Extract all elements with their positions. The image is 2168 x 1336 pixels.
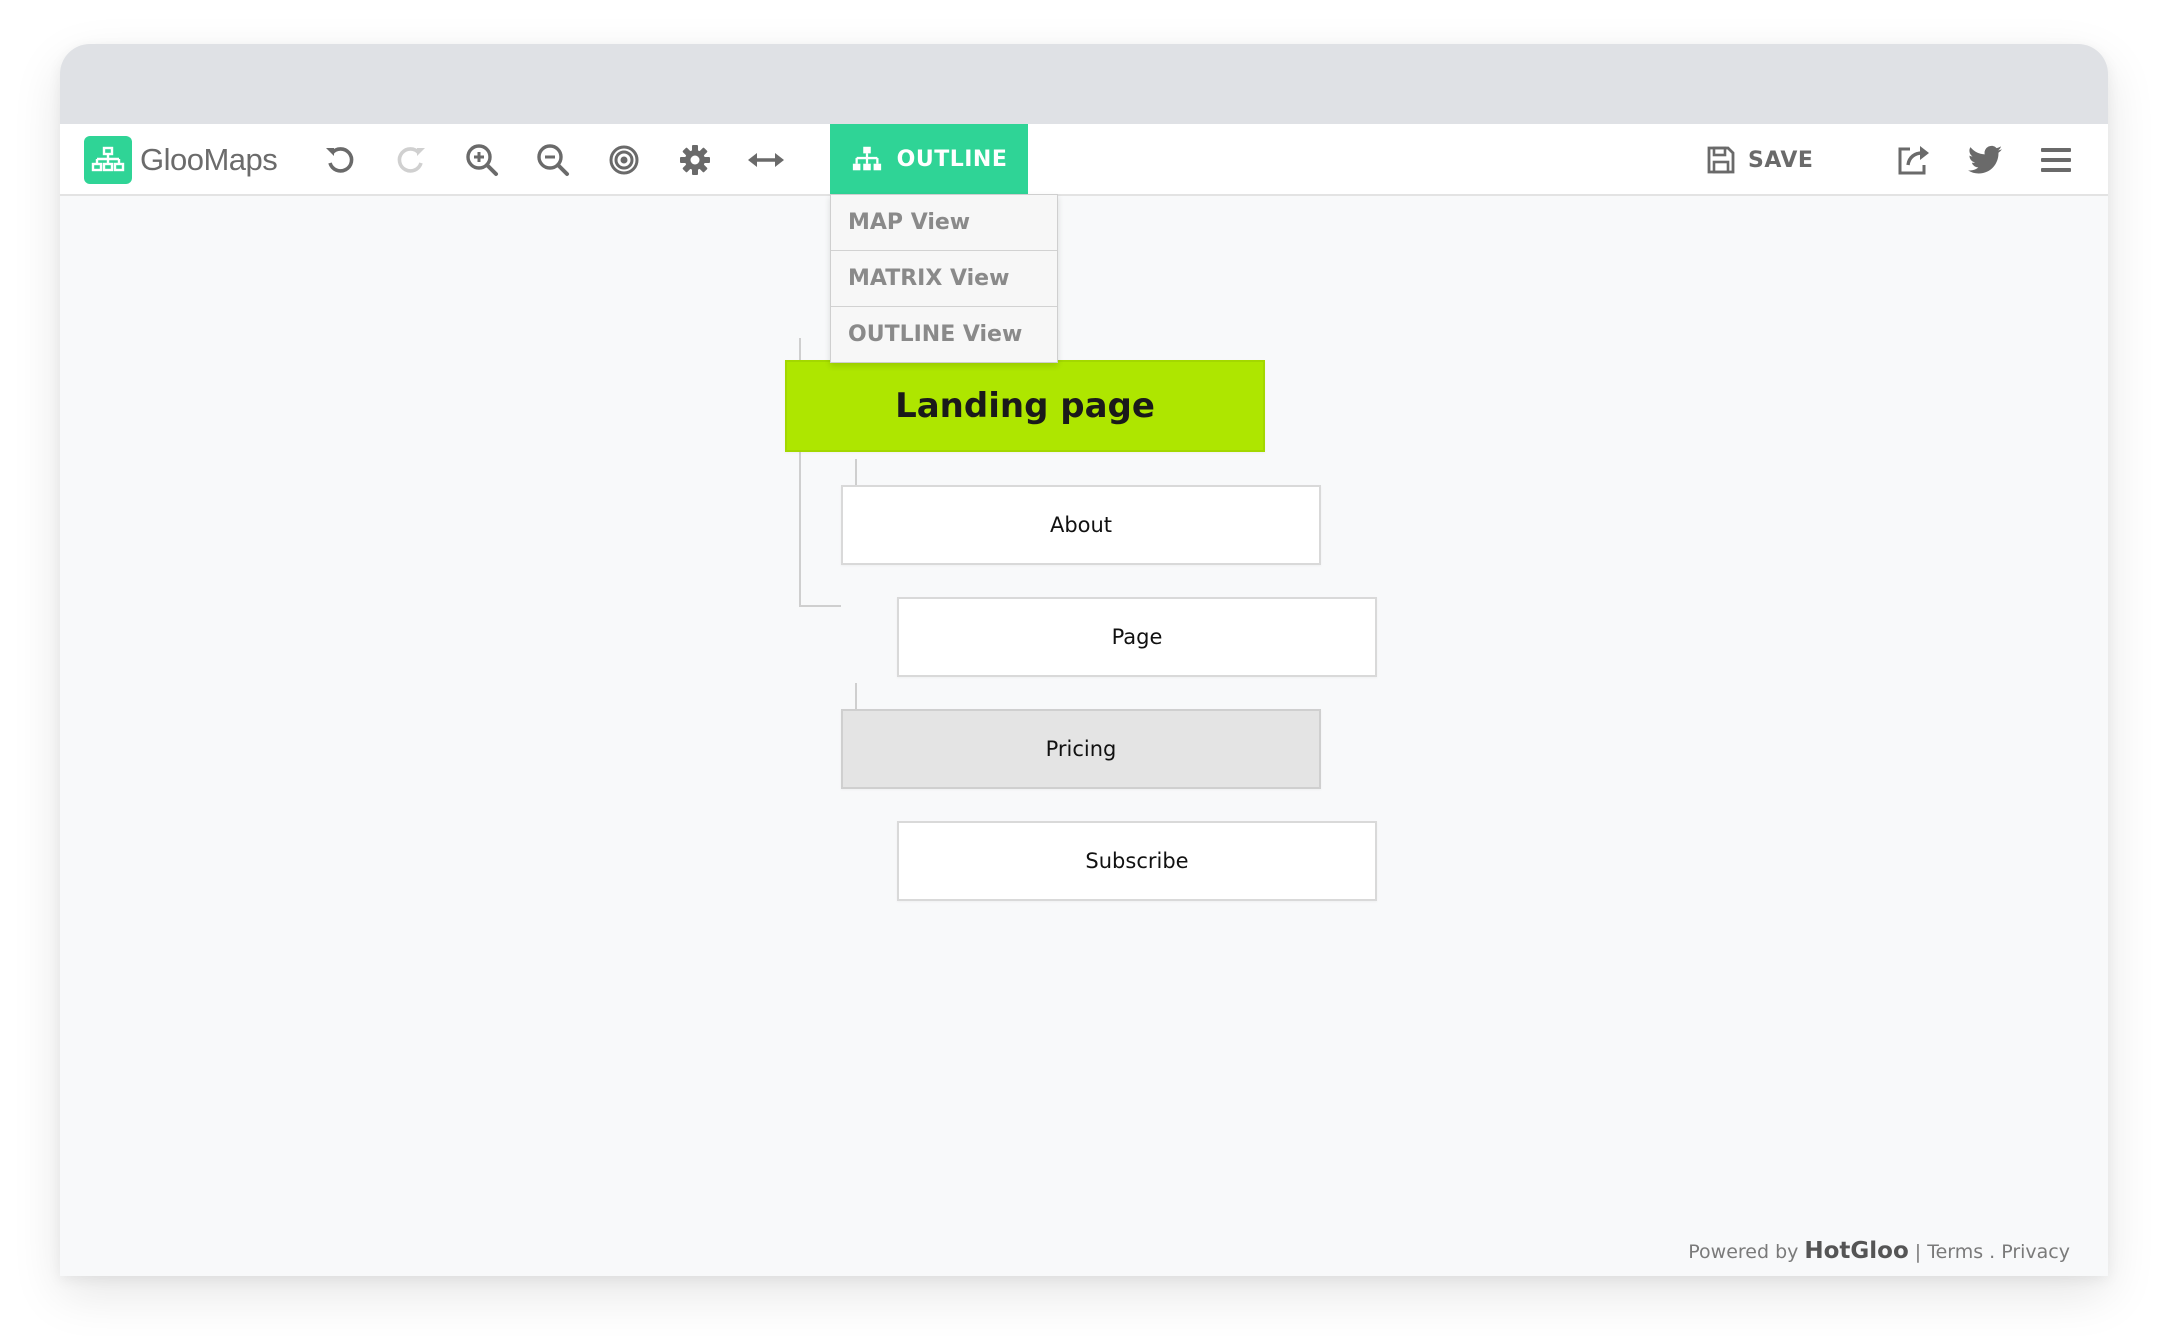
menu-item-outline-view[interactable]: OUTLINE View: [831, 307, 1057, 362]
menu-item-map-view[interactable]: MAP View: [831, 195, 1057, 251]
zoom-out-button[interactable]: [531, 138, 575, 182]
twitter-icon: [1968, 145, 2002, 174]
node-label: Subscribe: [1085, 849, 1189, 873]
save-button-label: SAVE: [1748, 147, 1814, 173]
sitemap-node-subscribe[interactable]: Subscribe: [897, 821, 1377, 901]
twitter-button[interactable]: [1963, 138, 2007, 182]
undo-button[interactable]: [318, 138, 362, 182]
node-label: Page: [1111, 625, 1163, 649]
root-node-label: Landing page: [895, 386, 1155, 426]
zoom-in-button[interactable]: [460, 138, 504, 182]
zoom-in-icon: [466, 144, 498, 176]
toolbar: GlooMaps OUTLINE SAVE: [60, 124, 2108, 196]
save-button[interactable]: SAVE: [1706, 138, 1813, 182]
node-label: Pricing: [1045, 737, 1117, 761]
gear-icon: [680, 145, 710, 175]
target-icon: [609, 145, 639, 175]
fit-width-button[interactable]: [744, 138, 788, 182]
redo-button[interactable]: [389, 138, 433, 182]
powered-by-text: Powered by: [1688, 1241, 1799, 1263]
sitemap-icon: [852, 146, 881, 171]
settings-button[interactable]: [673, 138, 717, 182]
sitemap-node-pricing[interactable]: Pricing: [841, 709, 1321, 789]
undo-icon: [326, 147, 354, 173]
redo-icon: [397, 147, 425, 173]
save-icon: [1707, 146, 1735, 174]
app-name: GlooMaps: [140, 142, 278, 177]
footer-separator: |: [1914, 1241, 1922, 1263]
outline-view-button[interactable]: OUTLINE: [830, 124, 1028, 194]
hamburger-menu-icon: [2041, 148, 2071, 172]
center-view-button[interactable]: [602, 138, 646, 182]
view-dropdown-menu: MAP View MATRIX View OUTLINE View: [830, 194, 1058, 363]
browser-titlebar: [60, 44, 2108, 124]
share-icon: [1898, 146, 1929, 175]
menu-button[interactable]: [2034, 138, 2078, 182]
browser-window: GlooMaps OUTLINE SAVE Landing page About…: [60, 44, 2108, 1276]
sitemap-node-about[interactable]: About: [841, 485, 1321, 565]
outline-button-label: OUTLINE: [896, 146, 1008, 172]
hotgloo-brand: HotGloo: [1804, 1238, 1909, 1264]
menu-item-matrix-view[interactable]: MATRIX View: [831, 251, 1057, 307]
share-button[interactable]: [1892, 138, 1936, 182]
footer-dot: .: [1989, 1241, 1996, 1263]
app-logo[interactable]: GlooMaps: [84, 136, 278, 184]
privacy-link[interactable]: Privacy: [2001, 1241, 2070, 1263]
horizontal-arrows-icon: [748, 153, 784, 167]
zoom-out-icon: [537, 144, 569, 176]
terms-link[interactable]: Terms: [1927, 1241, 1983, 1263]
footer: Powered by HotGloo | Terms . Privacy: [1688, 1238, 2070, 1264]
root-node[interactable]: Landing page: [785, 360, 1265, 452]
sitemap-canvas[interactable]: Landing page About Page Pricing Subscrib…: [60, 196, 2108, 1276]
sitemap-node-page[interactable]: Page: [897, 597, 1377, 677]
node-label: About: [1049, 513, 1113, 537]
sitemap-logo-icon: [84, 136, 132, 184]
